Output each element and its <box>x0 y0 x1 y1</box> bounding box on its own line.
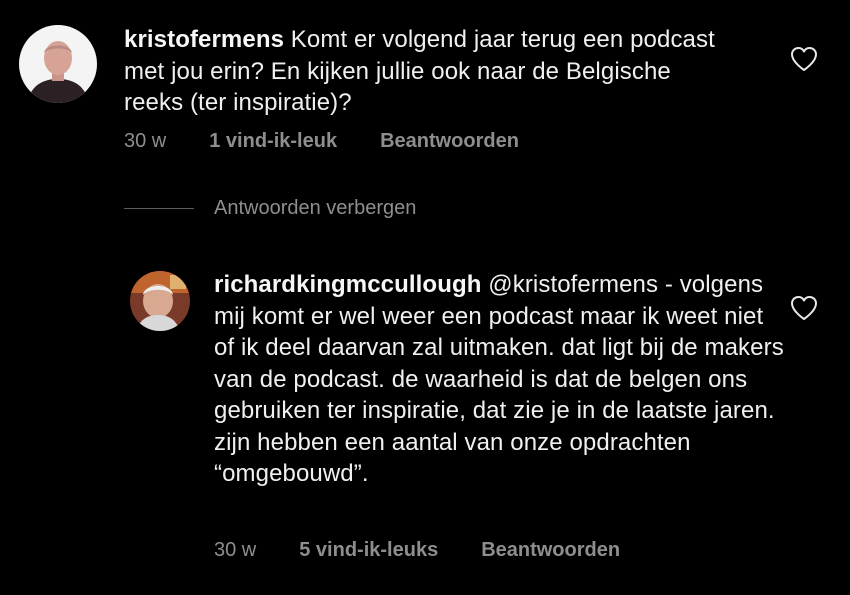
heart-icon[interactable] <box>790 46 818 72</box>
reply-text: - volgens mij komt er wel weer een podca… <box>214 271 784 487</box>
divider-line <box>124 208 194 209</box>
reply-username[interactable]: richardkingmccullough <box>214 271 481 298</box>
reply-timestamp[interactable]: 30 w <box>214 539 256 562</box>
heart-icon[interactable] <box>790 295 818 321</box>
hide-replies-toggle[interactable]: Antwoorden verbergen <box>124 197 416 220</box>
avatar-richardkingmccullough[interactable] <box>130 271 190 331</box>
hide-replies-label: Antwoorden verbergen <box>214 197 417 219</box>
reply-mention[interactable]: @kristofermens <box>488 271 658 298</box>
comment-meta: 30 w 1 vind-ik-leuk Beantwoorden <box>124 130 519 153</box>
reply-body: richardkingmccullough @kristofermens - v… <box>214 269 784 490</box>
comment-username[interactable]: kristofermens <box>124 26 284 53</box>
reply-button[interactable]: Beantwoorden <box>380 130 519 153</box>
reply-meta: 30 w 5 vind-ik-leuks Beantwoorden <box>214 539 620 562</box>
avatar-image <box>19 25 97 103</box>
reply-button[interactable]: Beantwoorden <box>481 539 620 562</box>
reply-likes-count[interactable]: 5 vind-ik-leuks <box>299 539 438 562</box>
avatar-image <box>130 271 190 331</box>
comment-likes-count[interactable]: 1 vind-ik-leuk <box>209 130 337 153</box>
avatar-kristofermens[interactable] <box>19 25 97 103</box>
comment-timestamp[interactable]: 30 w <box>124 130 166 153</box>
comment-body: kristofermens Komt er volgend jaar terug… <box>124 24 724 119</box>
